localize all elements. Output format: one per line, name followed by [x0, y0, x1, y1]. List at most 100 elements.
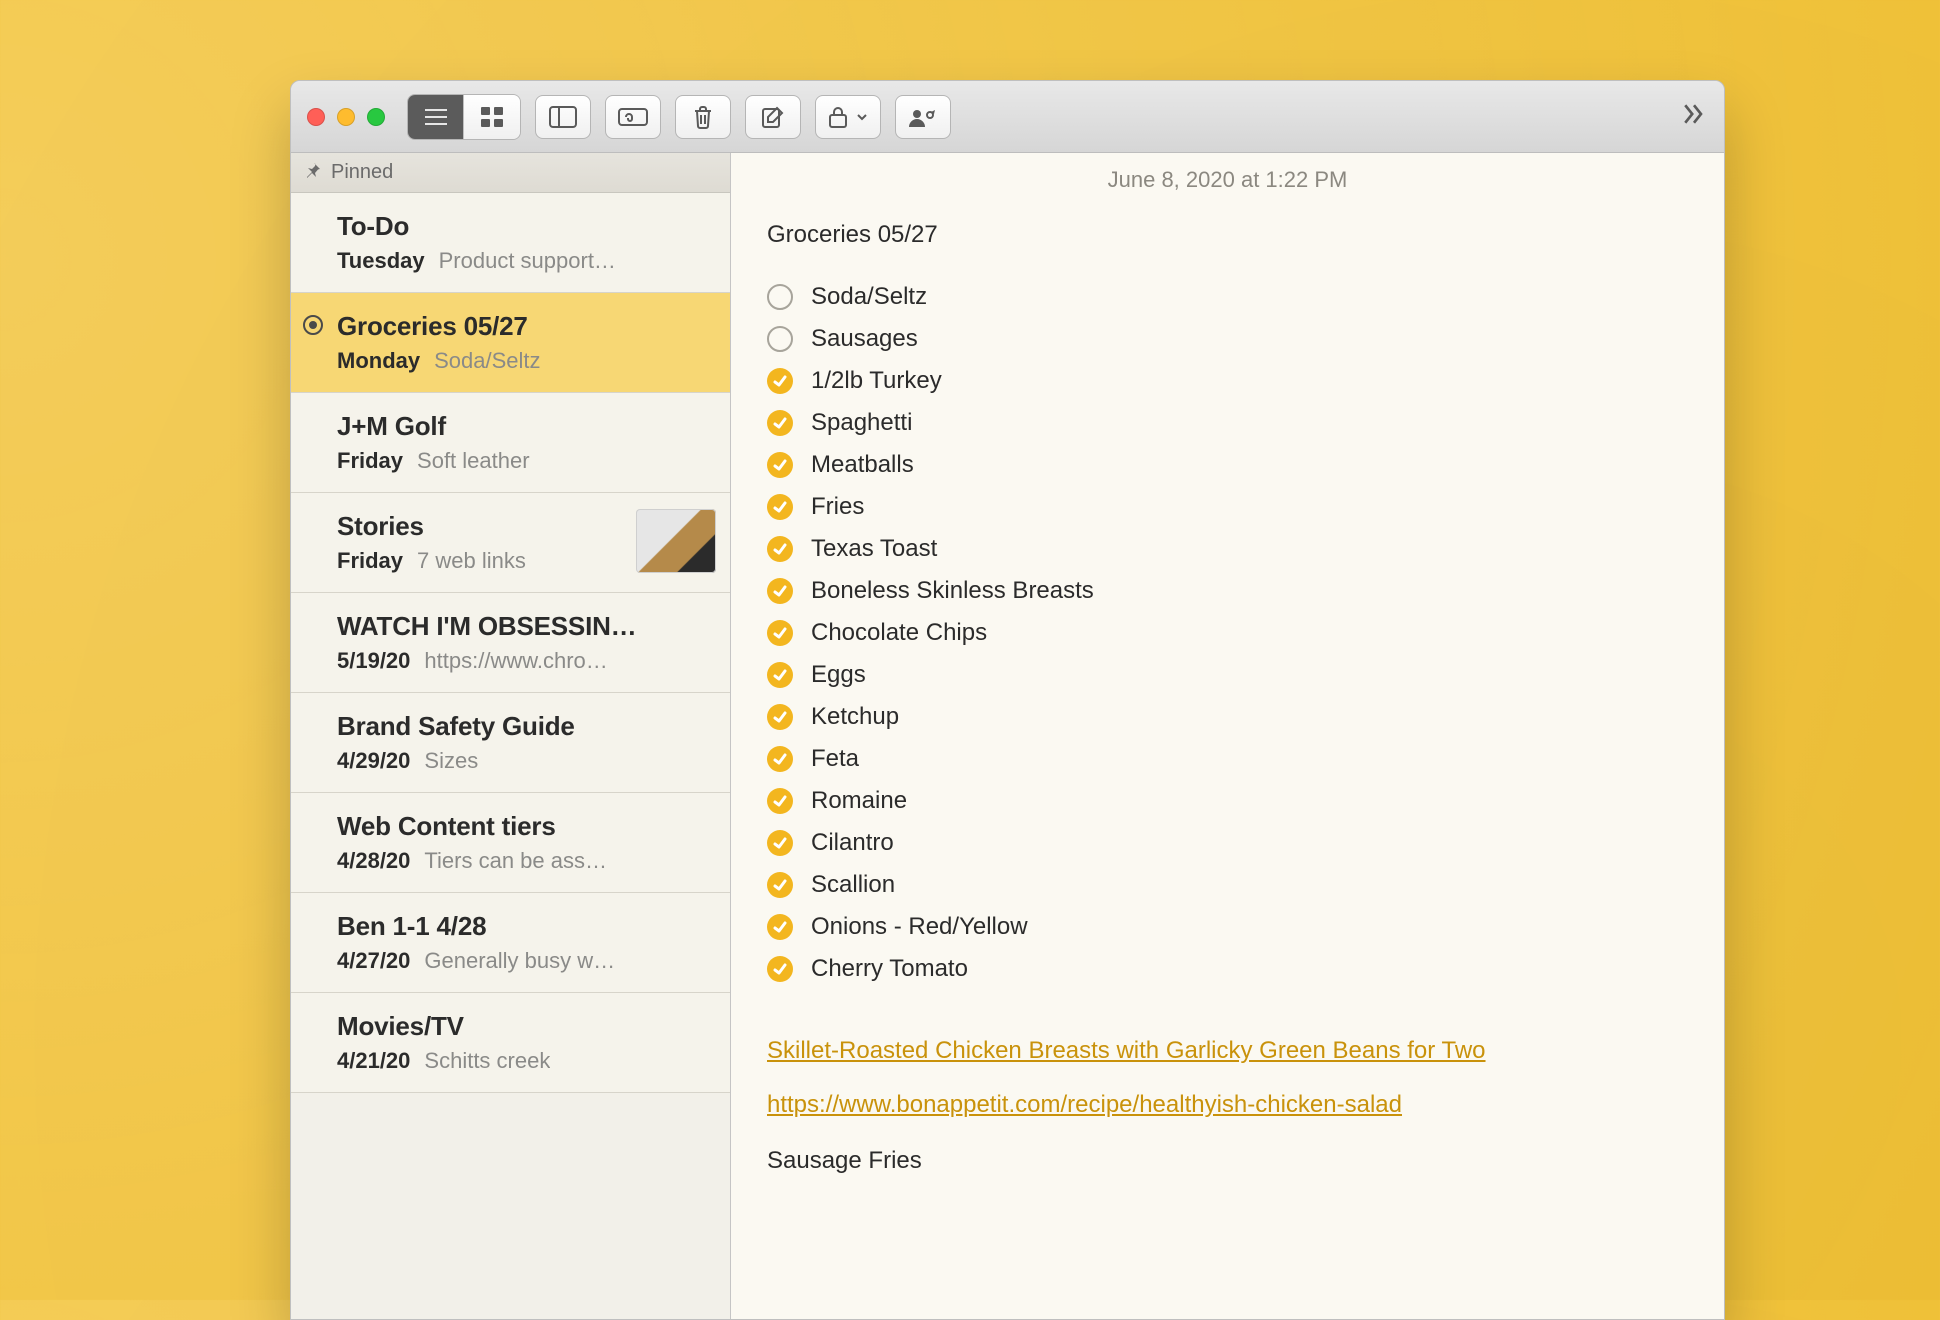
note-list-item[interactable]: Groceries 05/27MondaySoda/Seltz	[291, 293, 730, 393]
checklist-item[interactable]: Fries	[767, 493, 1688, 521]
note-title[interactable]: Groceries 05/27	[767, 221, 1688, 249]
fullscreen-window-button[interactable]	[367, 108, 385, 126]
note-list-item-date: 5/19/20	[337, 648, 410, 674]
note-list-item-subline: 4/27/20Generally busy w…	[337, 948, 712, 974]
checkbox-unchecked-icon[interactable]	[767, 284, 793, 310]
note-list-item-subline: 4/21/20Schitts creek	[337, 1048, 712, 1074]
checklist-item-text: Romaine	[811, 787, 907, 815]
checklist-item[interactable]: Meatballs	[767, 451, 1688, 479]
checklist-item-text: Scallion	[811, 871, 895, 899]
share-people-icon	[908, 106, 938, 128]
checkbox-checked-icon[interactable]	[767, 872, 793, 898]
note-list-item-preview: Product support…	[439, 248, 616, 274]
note-list-item-date: Tuesday	[337, 248, 425, 274]
toolbar-more-button[interactable]	[1680, 100, 1708, 133]
note-list-item-subline: Tuesday Product support…	[337, 248, 712, 274]
note-list-item-preview: Schitts creek	[424, 1048, 550, 1074]
note-list-item-title: WATCH I'M OBSESSIN…	[337, 611, 712, 642]
share-button[interactable]	[895, 95, 951, 139]
minimize-window-button[interactable]	[337, 108, 355, 126]
checkbox-unchecked-icon[interactable]	[767, 326, 793, 352]
checkbox-checked-icon[interactable]	[767, 830, 793, 856]
paperclip-icon	[618, 106, 648, 128]
view-grid-button[interactable]	[464, 95, 520, 139]
checkbox-checked-icon[interactable]	[767, 746, 793, 772]
note-list-item[interactable]: Ben 1-1 4/284/27/20Generally busy w…	[291, 893, 730, 993]
shared-icon	[303, 315, 323, 335]
checkbox-checked-icon[interactable]	[767, 662, 793, 688]
notes-list[interactable]: To-DoTuesdayProduct support…Groceries 05…	[291, 193, 730, 1093]
checklist-item[interactable]: Soda/Seltz	[767, 283, 1688, 311]
checklist: Soda/Seltz Sausages 1/2lb Turkey Spaghetti M…	[767, 283, 1688, 983]
checklist-item-text: Meatballs	[811, 451, 914, 479]
checklist-item[interactable]: Chocolate Chips	[767, 619, 1688, 647]
checkbox-checked-icon[interactable]	[767, 368, 793, 394]
note-list-item[interactable]: WATCH I'M OBSESSIN…5/19/20https://www.ch…	[291, 593, 730, 693]
note-list-item[interactable]: Movies/TV4/21/20Schitts creek	[291, 993, 730, 1093]
checkbox-checked-icon[interactable]	[767, 452, 793, 478]
checklist-item[interactable]: Ketchup	[767, 703, 1688, 731]
note-list-item-date: Monday	[337, 348, 420, 374]
window-controls	[307, 108, 385, 126]
checklist-item[interactable]: Feta	[767, 745, 1688, 773]
chevrons-right-icon	[1680, 115, 1708, 132]
note-list-item-date: Friday	[337, 448, 403, 474]
note-paragraph[interactable]: Sausage Fries	[767, 1147, 1688, 1175]
recipe-link-1[interactable]: Skillet-Roasted Chicken Breasts with Gar…	[767, 1037, 1486, 1065]
checkbox-checked-icon[interactable]	[767, 704, 793, 730]
checkbox-checked-icon[interactable]	[767, 536, 793, 562]
recipe-link-2[interactable]: https://www.bonappetit.com/recipe/health…	[767, 1091, 1402, 1119]
checklist-item[interactable]: Cherry Tomato	[767, 955, 1688, 983]
checklist-item[interactable]: Eggs	[767, 661, 1688, 689]
checklist-item[interactable]: Texas Toast	[767, 535, 1688, 563]
note-list-item[interactable]: StoriesFriday7 web links	[291, 493, 730, 593]
checklist-item-text: Texas Toast	[811, 535, 937, 563]
checklist-item-text: Soda/Seltz	[811, 283, 927, 311]
note-list-item-subline: 4/28/20Tiers can be ass…	[337, 848, 712, 874]
content-area: Pinned To-DoTuesdayProduct support…Groce…	[291, 153, 1724, 1319]
checkbox-checked-icon[interactable]	[767, 956, 793, 982]
note-list-item-date: 4/27/20	[337, 948, 410, 974]
chevron-down-icon	[856, 111, 868, 123]
view-list-button[interactable]	[408, 95, 464, 139]
attachments-button[interactable]	[605, 95, 661, 139]
checklist-item-text: Ketchup	[811, 703, 899, 731]
checkbox-checked-icon[interactable]	[767, 620, 793, 646]
note-list-item[interactable]: J+M Golf Friday Soft leather	[291, 393, 730, 493]
checklist-item-text: 1/2lb Turkey	[811, 367, 942, 395]
note-list-item-preview: 7 web links	[417, 548, 526, 574]
checklist-item[interactable]: Boneless Skinless Breasts	[767, 577, 1688, 605]
note-list-item-date: 4/28/20	[337, 848, 410, 874]
checklist-item-text: Chocolate Chips	[811, 619, 987, 647]
checklist-item[interactable]: Spaghetti	[767, 409, 1688, 437]
checklist-item[interactable]: Sausages	[767, 325, 1688, 353]
compose-icon	[761, 105, 785, 129]
view-mode-segment	[407, 94, 521, 140]
note-list-item[interactable]: To-DoTuesdayProduct support…	[291, 193, 730, 293]
checkbox-checked-icon[interactable]	[767, 578, 793, 604]
lock-button[interactable]	[815, 95, 881, 139]
pin-icon	[305, 161, 321, 184]
checkbox-checked-icon[interactable]	[767, 914, 793, 940]
note-list-item[interactable]: Brand Safety Guide4/29/20Sizes	[291, 693, 730, 793]
delete-button[interactable]	[675, 95, 731, 139]
checklist-item[interactable]: Scallion	[767, 871, 1688, 899]
lock-icon	[828, 105, 848, 129]
checklist-item[interactable]: 1/2lb Turkey	[767, 367, 1688, 395]
close-window-button[interactable]	[307, 108, 325, 126]
note-list-item[interactable]: Web Content tiers4/28/20Tiers can be ass…	[291, 793, 730, 893]
checkbox-checked-icon[interactable]	[767, 410, 793, 436]
checklist-item[interactable]: Cilantro	[767, 829, 1688, 857]
note-editor[interactable]: June 8, 2020 at 1:22 PM Groceries 05/27 …	[731, 153, 1724, 1319]
note-list-item-title: J+M Golf	[337, 411, 712, 442]
checklist-item-text: Cherry Tomato	[811, 955, 968, 983]
notes-sidebar: Pinned To-DoTuesdayProduct support…Groce…	[291, 153, 731, 1319]
checkbox-checked-icon[interactable]	[767, 788, 793, 814]
checklist-item[interactable]: Onions - Red/Yellow	[767, 913, 1688, 941]
compose-button[interactable]	[745, 95, 801, 139]
checkbox-checked-icon[interactable]	[767, 494, 793, 520]
notes-window: Pinned To-DoTuesdayProduct support…Groce…	[290, 80, 1725, 1320]
note-list-item-preview: Soft leather	[417, 448, 530, 474]
checklist-item[interactable]: Romaine	[767, 787, 1688, 815]
toggle-folders-button[interactable]	[535, 95, 591, 139]
